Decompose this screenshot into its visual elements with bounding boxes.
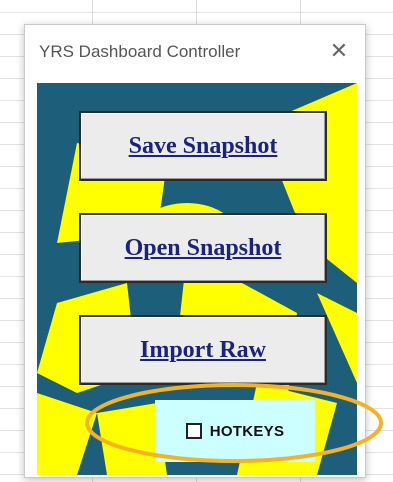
save-snapshot-button[interactable]: Save Snapshot (79, 111, 327, 181)
import-raw-button[interactable]: Import Raw (79, 315, 327, 385)
window-title: YRS Dashboard Controller (39, 42, 241, 61)
open-snapshot-button[interactable]: Open Snapshot (79, 213, 327, 283)
close-icon[interactable]: ✕ (327, 39, 351, 63)
highlight-ellipse-annotation (85, 383, 383, 463)
title-bar[interactable]: YRS Dashboard Controller ✕ (25, 25, 365, 83)
